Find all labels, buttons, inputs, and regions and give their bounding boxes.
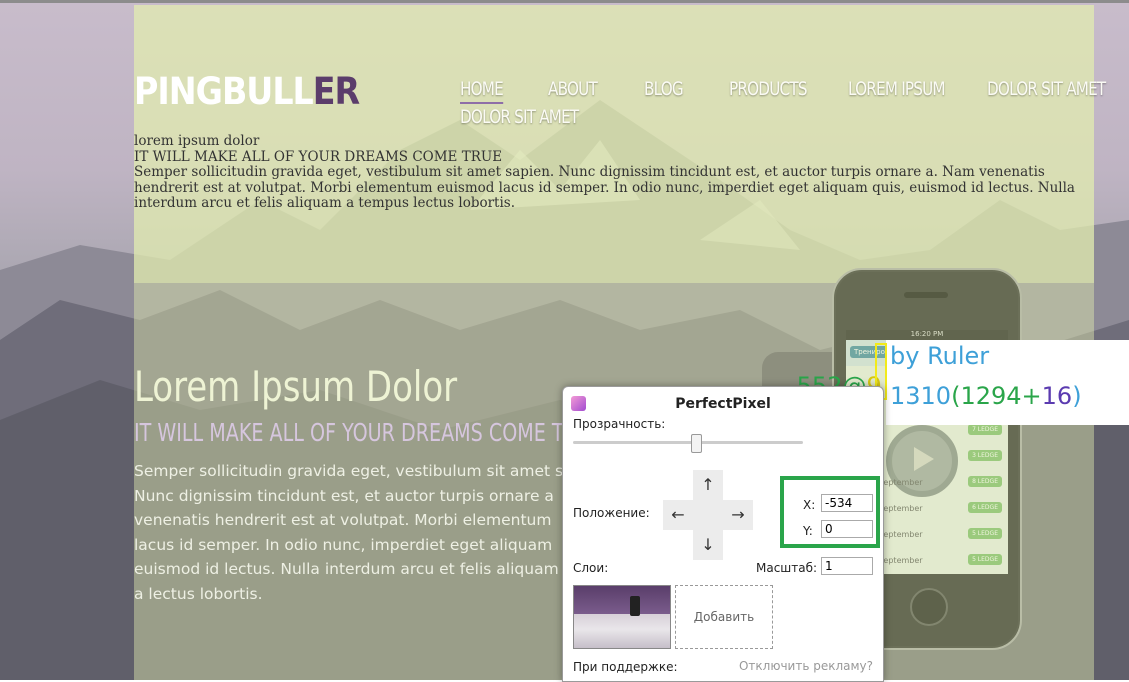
nav-about[interactable]: ABOUT xyxy=(548,78,598,100)
move-center xyxy=(693,500,723,530)
underlay-text: lorem ipsum dolor IT WILL MAKE ALL OF YO… xyxy=(134,133,1084,212)
underlay-line1: lorem ipsum dolor xyxy=(134,133,260,149)
move-up-button[interactable]: ↑ xyxy=(693,470,723,500)
nav-lorem-ipsum[interactable]: LOREM IPSUM xyxy=(848,78,946,100)
move-down-button[interactable]: ↓ xyxy=(693,530,723,560)
position-highlight-frame xyxy=(780,476,880,548)
ruler-label: by Ruler xyxy=(890,342,990,370)
move-left-button[interactable]: ← xyxy=(663,500,693,530)
nav-home[interactable]: HOME xyxy=(460,78,504,104)
logo-accent: ER xyxy=(312,70,360,113)
add-layer-button[interactable]: Добавить xyxy=(675,585,773,649)
logo-main: PINGBULL xyxy=(134,70,314,113)
nav-dolor-sit-amet[interactable]: DOLOR SIT AMET xyxy=(987,78,1106,100)
opacity-slider-handle[interactable] xyxy=(691,434,702,453)
disable-ads-link[interactable]: Отключить рекламу? xyxy=(739,659,873,673)
site-logo[interactable]: PINGBULLER xyxy=(134,70,360,113)
support-label: При поддержке: xyxy=(573,660,678,674)
hero-subtitle: IT WILL MAKE ALL OF YOUR DREAMS COME TRU… xyxy=(134,418,603,447)
scale-label: Масштаб: xyxy=(756,561,818,575)
hero-body: Semper sollicitudin gravida eget, vestib… xyxy=(134,462,564,603)
browser-top-edge xyxy=(0,0,1129,3)
nav-blog[interactable]: BLOG xyxy=(644,78,684,100)
nav-products[interactable]: PRODUCTS xyxy=(729,78,807,100)
move-right-button[interactable]: → xyxy=(723,500,753,530)
position-label: Положение: xyxy=(573,506,650,520)
scale-input[interactable] xyxy=(821,557,873,575)
opacity-label: Прозрачность: xyxy=(573,417,666,431)
panel-title: PerfectPixel xyxy=(675,396,771,412)
ruler-measurement: 1310(1294+16) xyxy=(890,382,1082,410)
layers-label: Слои: xyxy=(573,561,609,575)
hero-title: Lorem Ipsum Dolor xyxy=(134,362,458,411)
underlay-paragraph: Semper sollicitudin gravida eget, vestib… xyxy=(134,164,1075,211)
underlay-line2: IT WILL MAKE ALL OF YOUR DREAMS COME TRU… xyxy=(134,148,503,165)
layer-thumbnail[interactable] xyxy=(573,585,671,649)
nav-dolor-sit-amet-2[interactable]: DOLOR SIT AMET xyxy=(460,106,579,128)
opacity-slider-track[interactable] xyxy=(573,441,803,444)
